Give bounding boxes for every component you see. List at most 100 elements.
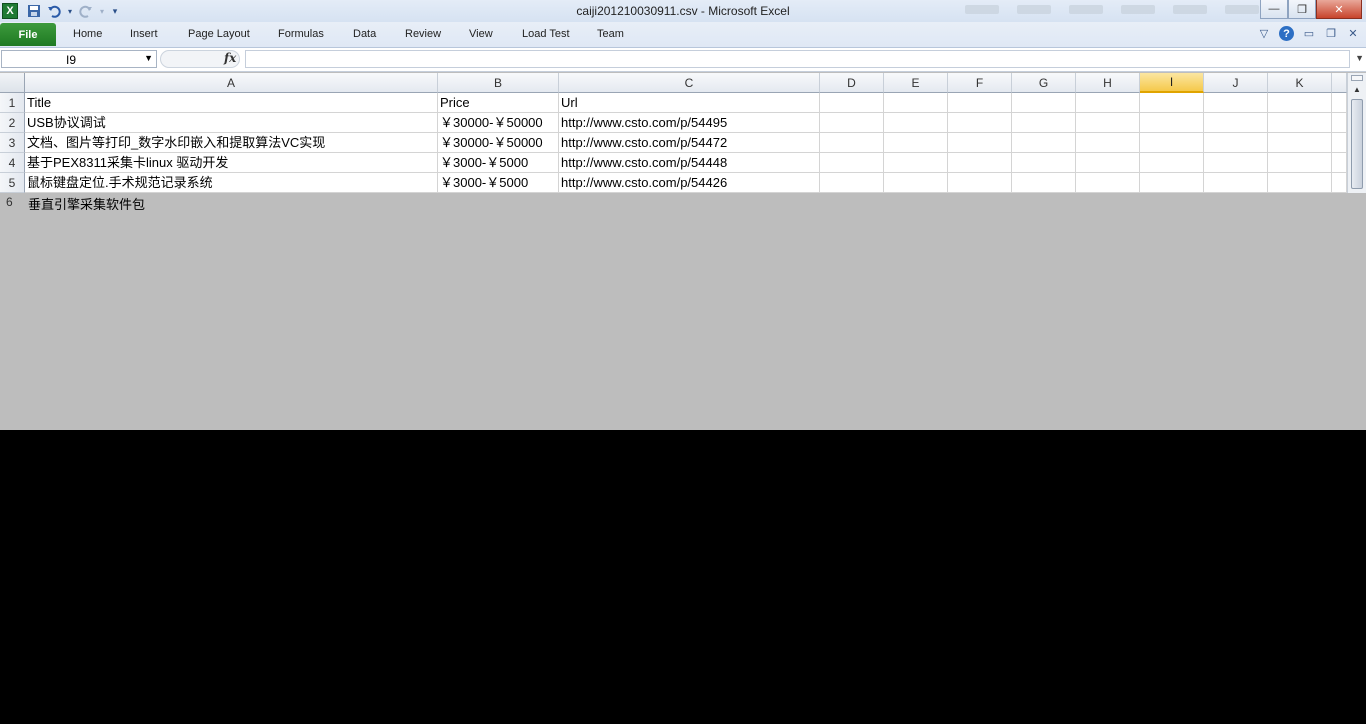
insert-function-icon[interactable]: fx bbox=[224, 51, 236, 65]
tab-insert[interactable]: Insert bbox=[130, 28, 158, 40]
cell-k4[interactable] bbox=[1268, 153, 1332, 173]
column-header-d[interactable]: D bbox=[820, 73, 884, 93]
tab-data[interactable]: Data bbox=[353, 28, 376, 40]
scroll-up-icon[interactable]: ▲ bbox=[1353, 85, 1361, 94]
tab-view[interactable]: View bbox=[469, 28, 493, 40]
cell-d2[interactable] bbox=[820, 113, 884, 133]
cell-d1[interactable] bbox=[820, 93, 884, 113]
scrollbar-thumb[interactable] bbox=[1351, 99, 1363, 189]
tab-page-layout[interactable]: Page Layout bbox=[188, 28, 250, 40]
cell-j1[interactable] bbox=[1204, 93, 1268, 113]
column-header-h[interactable]: H bbox=[1076, 73, 1140, 93]
cell-b4[interactable]: ￥3000-￥5000 bbox=[438, 153, 559, 173]
tab-team[interactable]: Team bbox=[597, 28, 624, 40]
row-header-2[interactable]: 2 bbox=[0, 113, 25, 133]
column-header-k[interactable]: K bbox=[1268, 73, 1332, 93]
cell-g4[interactable] bbox=[1012, 153, 1076, 173]
cell-b3[interactable]: ￥30000-￥50000 bbox=[438, 133, 559, 153]
cell-j2[interactable] bbox=[1204, 113, 1268, 133]
cell-i1[interactable] bbox=[1140, 93, 1204, 113]
cell-a2[interactable]: USB协议调试 bbox=[25, 113, 438, 133]
cell-f4[interactable] bbox=[948, 153, 1012, 173]
column-header-i[interactable]: I bbox=[1140, 73, 1204, 93]
cell-j3[interactable] bbox=[1204, 133, 1268, 153]
cell-c2[interactable]: http://www.csto.com/p/54495 bbox=[559, 113, 820, 133]
column-header-e[interactable]: E bbox=[884, 73, 948, 93]
cell-j4[interactable] bbox=[1204, 153, 1268, 173]
row-header-3[interactable]: 3 bbox=[0, 133, 25, 153]
column-header-c[interactable]: C bbox=[559, 73, 820, 93]
cell-b1[interactable]: Price bbox=[438, 93, 559, 113]
cell-c3[interactable]: http://www.csto.com/p/54472 bbox=[559, 133, 820, 153]
cell-h3[interactable] bbox=[1076, 133, 1140, 153]
partial-row-text[interactable]: 垂直引擎采集软件包 bbox=[28, 194, 145, 210]
cell-e1[interactable] bbox=[884, 93, 948, 113]
cell-i3[interactable] bbox=[1140, 133, 1204, 153]
tab-load-test[interactable]: Load Test bbox=[522, 28, 570, 40]
minimize-button[interactable]: — bbox=[1260, 0, 1288, 19]
cell-k3[interactable] bbox=[1268, 133, 1332, 153]
cell-k2[interactable] bbox=[1268, 113, 1332, 133]
workbook-close-icon[interactable]: ✕ bbox=[1346, 27, 1360, 40]
cell-d3[interactable] bbox=[820, 133, 884, 153]
cell-partial2[interactable] bbox=[1332, 113, 1347, 133]
minimize-ribbon-icon[interactable]: ▽ bbox=[1257, 27, 1271, 40]
cell-h5[interactable] bbox=[1076, 173, 1140, 193]
name-box-dropdown-icon[interactable]: ▼ bbox=[144, 53, 153, 63]
cell-partial3[interactable] bbox=[1332, 133, 1347, 153]
cell-i4[interactable] bbox=[1140, 153, 1204, 173]
column-header-b[interactable]: B bbox=[438, 73, 559, 93]
close-button[interactable]: ✕ bbox=[1316, 0, 1362, 19]
cell-a3[interactable]: 文档、图片等打印_数字水印嵌入和提取算法VC实现 bbox=[25, 133, 438, 153]
cell-a1[interactable]: Title bbox=[25, 93, 438, 113]
cell-h1[interactable] bbox=[1076, 93, 1140, 113]
workbook-minimize-icon[interactable]: ▭ bbox=[1302, 27, 1316, 40]
cell-a4[interactable]: 基于PEX8311采集卡linux 驱动开发 bbox=[25, 153, 438, 173]
restore-button[interactable]: ❐ bbox=[1288, 0, 1316, 19]
tab-formulas[interactable]: Formulas bbox=[278, 28, 324, 40]
expand-formula-bar-icon[interactable]: ▼ bbox=[1355, 53, 1364, 63]
cell-g2[interactable] bbox=[1012, 113, 1076, 133]
cell-d4[interactable] bbox=[820, 153, 884, 173]
cell-d5[interactable] bbox=[820, 173, 884, 193]
select-all-corner[interactable] bbox=[0, 73, 25, 93]
cell-i2[interactable] bbox=[1140, 113, 1204, 133]
cell-j5[interactable] bbox=[1204, 173, 1268, 193]
column-header-g[interactable]: G bbox=[1012, 73, 1076, 93]
cell-b5[interactable]: ￥3000-￥5000 bbox=[438, 173, 559, 193]
tab-file[interactable]: File bbox=[0, 23, 56, 46]
cell-i5[interactable] bbox=[1140, 173, 1204, 193]
cell-e2[interactable] bbox=[884, 113, 948, 133]
cell-a5[interactable]: 鼠标键盘定位.手术规范记录系统 bbox=[25, 173, 438, 193]
cell-f5[interactable] bbox=[948, 173, 1012, 193]
cell-e4[interactable] bbox=[884, 153, 948, 173]
cell-e3[interactable] bbox=[884, 133, 948, 153]
row-header-5[interactable]: 5 bbox=[0, 173, 25, 193]
vertical-scrollbar[interactable]: ▲ bbox=[1347, 73, 1366, 193]
cell-c1[interactable]: Url bbox=[559, 93, 820, 113]
row-header-1[interactable]: 1 bbox=[0, 93, 25, 113]
cell-k1[interactable] bbox=[1268, 93, 1332, 113]
cell-g1[interactable] bbox=[1012, 93, 1076, 113]
cell-b2[interactable]: ￥30000-￥50000 bbox=[438, 113, 559, 133]
cell-h2[interactable] bbox=[1076, 113, 1140, 133]
cell-f1[interactable] bbox=[948, 93, 1012, 113]
column-header-a[interactable]: A bbox=[25, 73, 438, 93]
tab-home[interactable]: Home bbox=[73, 28, 102, 40]
cell-f2[interactable] bbox=[948, 113, 1012, 133]
split-box[interactable] bbox=[1351, 75, 1363, 81]
row-header-4[interactable]: 4 bbox=[0, 153, 25, 173]
cell-partial1[interactable] bbox=[1332, 93, 1347, 113]
workbook-restore-icon[interactable]: ❐ bbox=[1324, 27, 1338, 40]
cell-h4[interactable] bbox=[1076, 153, 1140, 173]
cell-partial4[interactable] bbox=[1332, 153, 1347, 173]
column-header-j[interactable]: J bbox=[1204, 73, 1268, 93]
cell-c5[interactable]: http://www.csto.com/p/54426 bbox=[559, 173, 820, 193]
cell-g5[interactable] bbox=[1012, 173, 1076, 193]
tab-review[interactable]: Review bbox=[405, 28, 441, 40]
cell-g3[interactable] bbox=[1012, 133, 1076, 153]
cell-k5[interactable] bbox=[1268, 173, 1332, 193]
row-header-6[interactable]: 6 bbox=[6, 195, 13, 209]
name-box[interactable]: I9 ▼ bbox=[1, 50, 157, 68]
cell-e5[interactable] bbox=[884, 173, 948, 193]
